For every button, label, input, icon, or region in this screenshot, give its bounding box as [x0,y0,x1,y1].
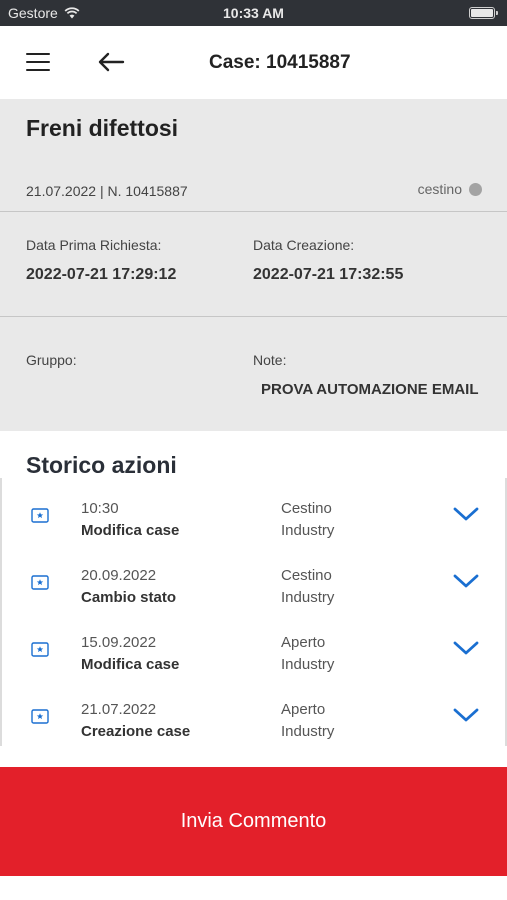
status-label: cestino [417,181,462,197]
status-dot-icon [469,182,482,196]
history-row[interactable]: 20.09.2022 Cambio stato Cestino Industry [0,557,507,624]
note-value: PROVA AUTOMAZIONE EMAIL [261,381,479,398]
history-category: Industry [281,656,335,673]
chevron-down-icon[interactable] [452,705,480,725]
chevron-down-icon[interactable] [452,571,480,591]
status-badge: cestino [418,181,482,197]
history-category: Industry [281,522,335,539]
status-bar: Gestore 10:33 AM [0,0,507,26]
history-category: Industry [281,723,335,740]
history-action: Creazione case [81,723,191,740]
note-label: Note: [253,352,287,368]
history-date: 20.09.2022 [81,567,157,584]
arrow-left-icon[interactable] [96,50,126,74]
divider [0,316,507,317]
case-title: Freni difettosi [26,115,179,141]
history-state: Aperto [281,634,326,651]
history-action: Modifica case [81,656,180,673]
ticket-icon [31,575,49,590]
first-request-label: Data Prima Richiesta: [26,237,162,253]
ticket-icon [31,642,49,657]
history-date: 21.07.2022 [81,701,157,718]
send-comment-button[interactable]: Invia Commento [0,767,507,876]
ticket-icon [31,508,49,523]
history-row[interactable]: 15.09.2022 Modifica case Aperto Industry [0,624,507,691]
status-time: 10:33 AM [223,5,284,21]
chevron-down-icon[interactable] [452,504,480,524]
divider [0,211,507,212]
history-date: 10:30 [81,500,119,517]
case-info-panel: Freni difettosi 21.07.2022 | N. 10415887… [0,99,507,431]
first-request-value: 2022-07-21 17:29:12 [26,266,177,283]
history-action: Modifica case [81,522,180,539]
group-label: Gruppo: [26,352,77,368]
history-row[interactable]: 10:30 Modifica case Cestino Industry [0,490,507,557]
created-label: Data Creazione: [253,237,355,253]
history-action: Cambio stato [81,589,177,606]
page-title: Case: 10415887 [209,52,351,73]
history-state: Cestino [281,500,332,517]
created-value: 2022-07-21 17:32:55 [253,266,404,283]
history-category: Industry [281,589,335,606]
ticket-icon [31,709,49,724]
history-state: Cestino [281,567,332,584]
history-title: Storico azioni [26,452,177,478]
battery-icon [469,7,498,19]
history-list: 10:30 Modifica case Cestino Industry 20.… [0,490,507,758]
history-date: 15.09.2022 [81,634,157,651]
history-state: Aperto [281,701,326,718]
hamburger-menu-icon[interactable] [26,53,50,71]
case-meta: 21.07.2022 | N. 10415887 [26,183,188,199]
chevron-down-icon[interactable] [452,638,480,658]
history-row[interactable]: 21.07.2022 Creazione case Aperto Industr… [0,691,507,758]
app-header: Case: 10415887 [0,26,507,99]
